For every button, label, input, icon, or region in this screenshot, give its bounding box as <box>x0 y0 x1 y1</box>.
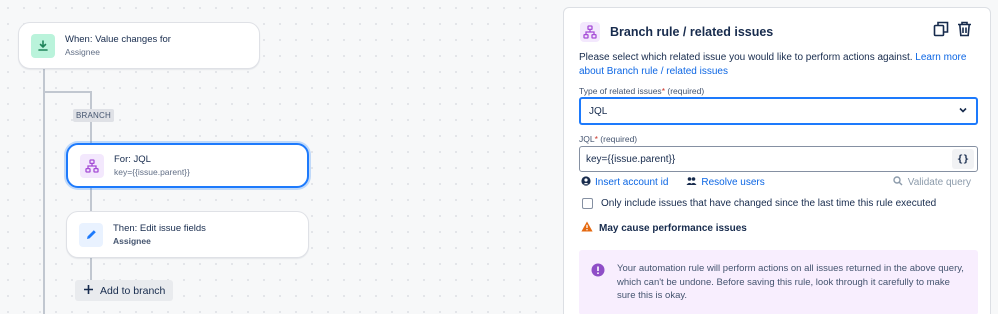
type-required-text: (required) <box>667 86 705 96</box>
changed-issues-checkbox[interactable] <box>582 198 593 209</box>
insert-account-id-label: Insert account id <box>595 177 669 188</box>
user-circle-icon <box>581 176 591 189</box>
info-note-text: Your automation rule will perform action… <box>617 263 964 301</box>
branch-hierarchy-icon <box>80 153 104 178</box>
type-label-text: Type of related issues <box>579 86 662 96</box>
panel-description: Please select which related issue you wo… <box>579 51 979 79</box>
jql-input-value: key={{issue.parent}} <box>586 153 676 165</box>
action-edit-node[interactable]: Then: Edit issue fields Assignee <box>66 211 309 258</box>
pencil-icon <box>79 222 103 247</box>
people-icon <box>686 176 697 189</box>
branch-config-panel: Branch rule / related issues Please sele… <box>563 7 991 314</box>
resolve-users-label: Resolve users <box>701 177 765 188</box>
plus-icon <box>83 284 94 298</box>
branch-jql-node[interactable]: For: JQL key={{issue.parent}} <box>66 143 309 188</box>
validate-query-button[interactable]: Validate query <box>893 176 971 189</box>
select-value: JQL <box>589 105 608 117</box>
trigger-subtitle: Assignee <box>65 47 100 57</box>
connector-branch-curve <box>43 91 91 93</box>
checkbox-label: Only include issues that have changed si… <box>601 198 937 209</box>
branch-node-subtitle: key={{issue.parent}} <box>114 167 190 177</box>
jql-required-text: (required) <box>600 134 638 144</box>
download-icon <box>31 33 55 58</box>
chevron-down-icon <box>958 105 968 118</box>
related-issues-type-select[interactable]: JQL <box>579 97 978 125</box>
performance-warning: May cause performance issues <box>581 221 747 235</box>
panel-title: Branch rule / related issues <box>610 25 774 39</box>
jql-required-marker: * <box>594 134 598 144</box>
resolve-users-link[interactable]: Resolve users <box>686 176 765 189</box>
trigger-node[interactable]: When: Value changes for Assignee <box>18 22 260 69</box>
warning-text: May cause performance issues <box>599 222 747 234</box>
rule-canvas: When: Value changes for Assignee BRANCH … <box>0 0 545 314</box>
branch-hierarchy-icon <box>580 22 600 42</box>
trash-icon[interactable] <box>957 21 972 42</box>
add-to-branch-button[interactable]: Add to branch <box>75 280 174 301</box>
insert-account-id-link[interactable]: Insert account id <box>581 176 668 189</box>
branch-tag: BRANCH <box>73 109 114 122</box>
duplicate-icon[interactable] <box>933 21 949 42</box>
warning-icon <box>581 221 593 235</box>
connector-main <box>43 67 45 314</box>
jql-label-text: JQL <box>579 134 595 144</box>
changed-issues-checkbox-row[interactable]: Only include issues that have changed si… <box>582 198 936 209</box>
branch-node-title: For: JQL <box>114 154 151 165</box>
action-node-subtitle: Assignee <box>113 236 151 246</box>
add-to-branch-label: Add to branch <box>100 284 166 297</box>
jql-input[interactable]: key={{issue.parent}} {} <box>579 146 978 172</box>
action-node-title: Then: Edit issue fields <box>113 223 206 234</box>
trigger-title: When: Value changes for <box>65 34 171 45</box>
type-field-label: Type of related issues* (required) <box>579 86 704 96</box>
validate-query-label: Validate query <box>907 177 971 188</box>
info-note: Your automation rule will perform action… <box>579 250 978 314</box>
jql-field-label: JQL* (required) <box>579 134 637 144</box>
description-text: Please select which related issue you wo… <box>579 52 913 63</box>
search-icon <box>893 176 903 189</box>
smart-values-button[interactable]: {} <box>952 149 974 169</box>
discovery-info-icon <box>591 263 605 314</box>
type-required-marker: * <box>661 86 665 96</box>
